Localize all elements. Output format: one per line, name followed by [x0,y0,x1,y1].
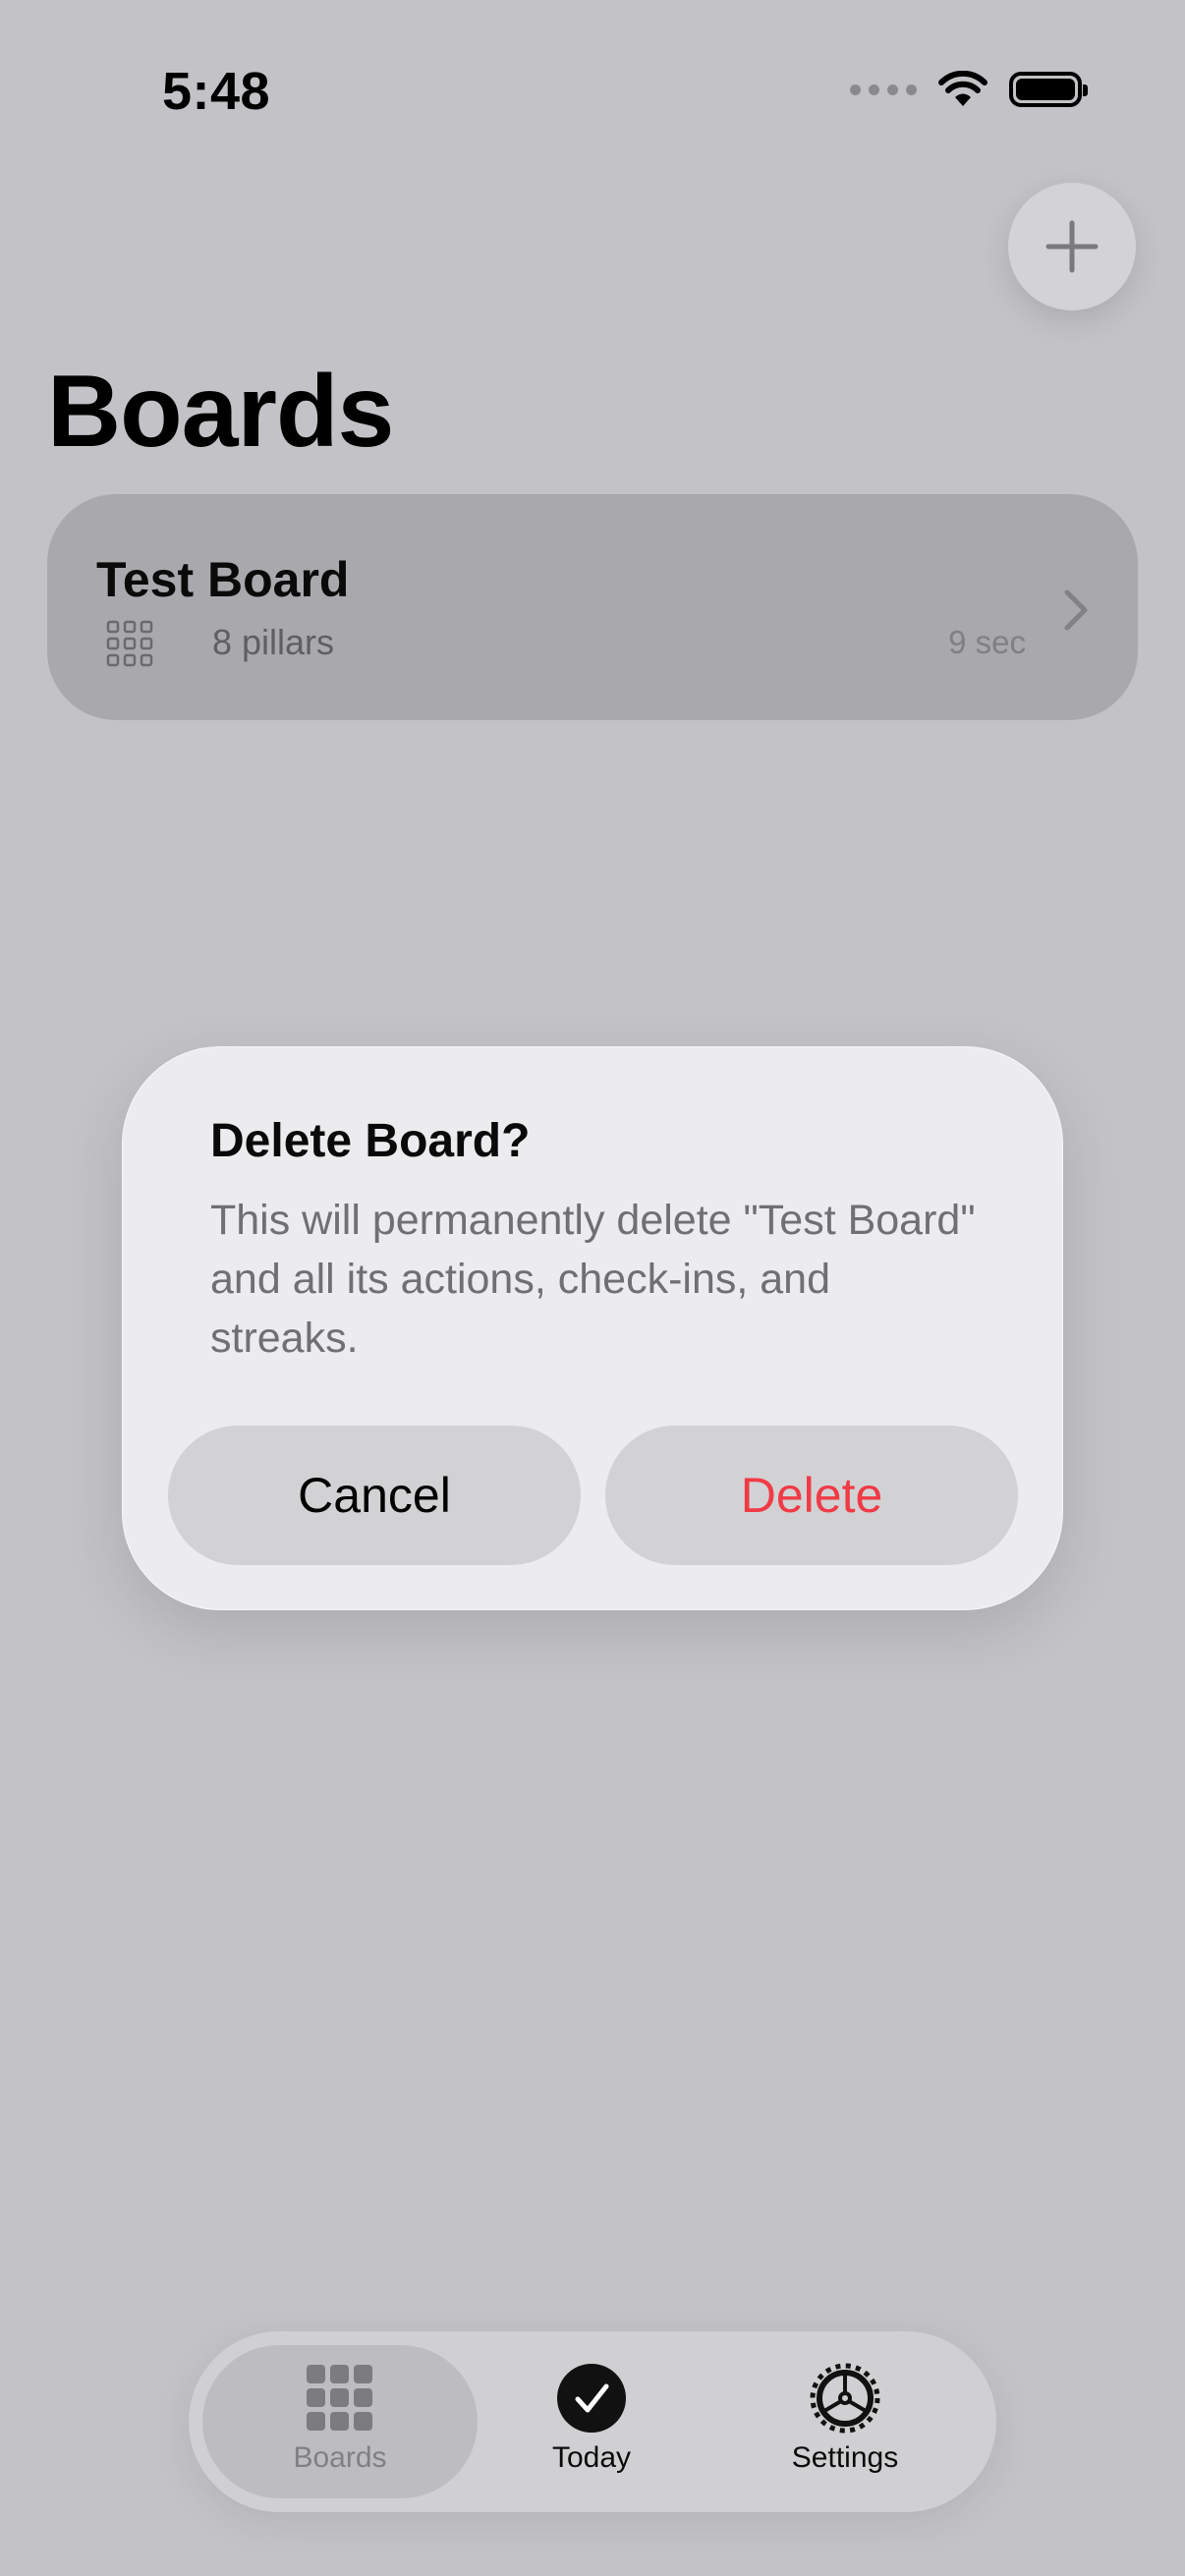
board-name: Test Board [96,552,350,607]
status-time: 5:48 [162,62,271,121]
add-board-button[interactable] [1008,183,1136,310]
grid-icon [307,2365,372,2431]
tab-label: Boards [293,2441,387,2474]
delete-board-dialog: Delete Board? This will permanently dele… [122,1046,1063,1610]
elapsed-time: 9 sec [948,624,1026,660]
tab-today[interactable]: Today [454,2345,729,2498]
delete-button[interactable]: Delete [605,1426,1018,1565]
tab-label: Settings [791,2441,899,2474]
gear-icon [810,2363,880,2434]
battery-icon [1009,72,1088,107]
board-card[interactable]: Test Board 8 pillars 9 sec [47,494,1138,720]
wifi-icon [938,71,988,106]
checkmark-circle-icon [557,2364,626,2433]
cancel-button[interactable]: Cancel [168,1426,581,1565]
cellular-signal-icon [850,84,917,95]
dialog-message: This will permanently delete "Test Board… [210,1197,976,1362]
plus-icon [1045,220,1099,273]
tab-label: Today [551,2441,632,2474]
status-icons [850,71,1088,108]
page-title: Boards [47,355,394,469]
tab-bar: Boards Today Settings [189,2331,996,2512]
tab-boards[interactable]: Boards [202,2345,478,2498]
chevron-right-icon [1064,589,1088,631]
pillar-count: 8 pillars [212,622,335,662]
screen: 5:48 Boards Test Board 8 pillars 9 sec D… [0,0,1185,2576]
dialog-title: Delete Board? [210,1115,531,1167]
grid-icon [106,620,153,667]
tab-settings[interactable]: Settings [707,2345,983,2498]
